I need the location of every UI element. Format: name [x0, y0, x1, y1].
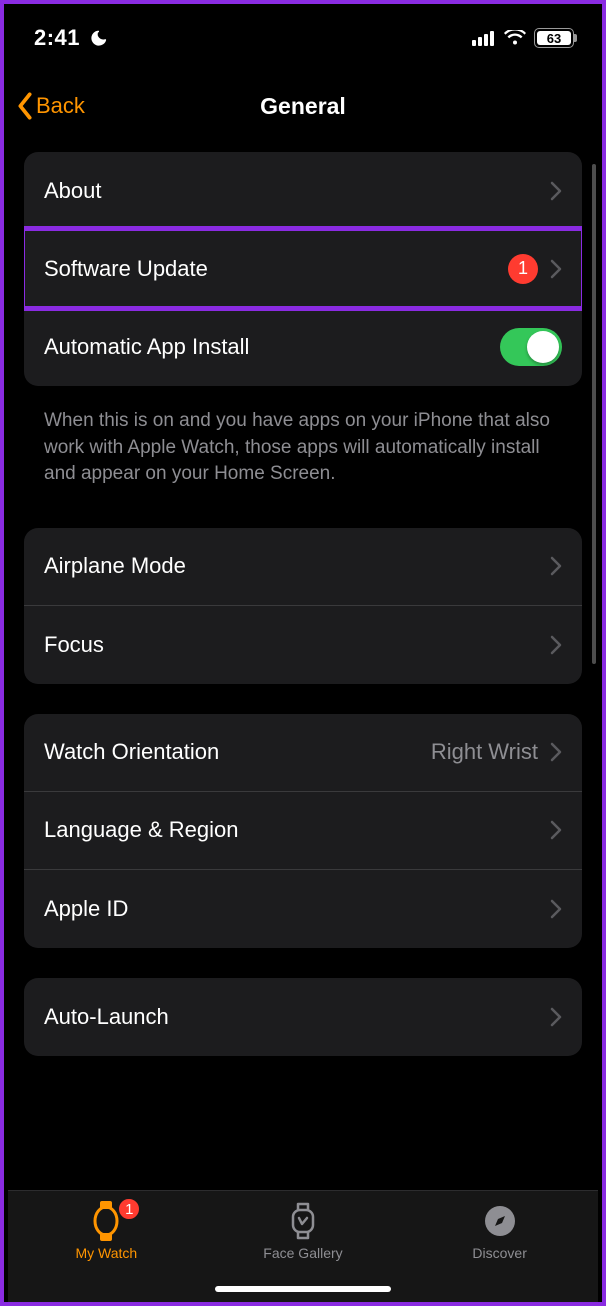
chevron-right-icon [550, 820, 562, 840]
row-label: Focus [44, 632, 550, 658]
row-label: Apple ID [44, 896, 550, 922]
row-label: Watch Orientation [44, 739, 431, 765]
status-time: 2:41 [34, 25, 80, 51]
notification-badge: 1 [508, 254, 538, 284]
chevron-right-icon [550, 899, 562, 919]
tab-discover[interactable]: Discover [425, 1201, 575, 1261]
chevron-right-icon [550, 1007, 562, 1027]
tab-face-gallery[interactable]: Face Gallery [228, 1201, 378, 1261]
status-bar: 2:41 63 [4, 4, 602, 66]
back-button[interactable]: Back [16, 92, 85, 120]
row-watch-orientation[interactable]: Watch Orientation Right Wrist [24, 714, 582, 792]
settings-group-device: Watch Orientation Right Wrist Language &… [24, 714, 582, 948]
nav-bar: Back General [4, 66, 602, 152]
row-about[interactable]: About [24, 152, 582, 230]
settings-group-general: About Software Update 1 Automatic App In… [24, 152, 582, 386]
settings-content[interactable]: About Software Update 1 Automatic App In… [4, 152, 602, 1056]
status-left: 2:41 [34, 25, 108, 51]
notification-badge: 1 [117, 1197, 141, 1221]
row-value: Right Wrist [431, 739, 538, 765]
chevron-right-icon [550, 259, 562, 279]
wifi-icon [504, 30, 526, 46]
settings-group-modes: Airplane Mode Focus [24, 528, 582, 684]
watch-face-icon [283, 1201, 323, 1241]
row-airplane-mode[interactable]: Airplane Mode [24, 528, 582, 606]
tab-bar: My Watch 1 Face Gallery Discover [8, 1190, 598, 1302]
tab-label: Discover [472, 1245, 526, 1261]
chevron-right-icon [550, 635, 562, 655]
battery-icon: 63 [534, 28, 574, 48]
chevron-right-icon [550, 742, 562, 762]
battery-level: 63 [535, 29, 573, 47]
tab-my-watch[interactable]: My Watch 1 [31, 1201, 181, 1261]
row-auto-launch[interactable]: Auto-Launch [24, 978, 582, 1056]
row-label: Automatic App Install [44, 334, 500, 360]
home-indicator[interactable] [215, 1286, 391, 1292]
row-automatic-app-install[interactable]: Automatic App Install [24, 308, 582, 386]
row-label: Language & Region [44, 817, 550, 843]
row-apple-id[interactable]: Apple ID [24, 870, 582, 948]
cellular-signal-icon [472, 30, 496, 46]
do-not-disturb-icon [88, 29, 108, 49]
chevron-right-icon [550, 556, 562, 576]
status-right: 63 [472, 28, 574, 48]
row-language-region[interactable]: Language & Region [24, 792, 582, 870]
tab-label: My Watch [75, 1245, 137, 1261]
compass-icon [480, 1201, 520, 1241]
row-label: Software Update [44, 256, 508, 282]
tab-label: Face Gallery [263, 1245, 342, 1261]
settings-group-autolaunch: Auto-Launch [24, 978, 582, 1056]
page-title: General [4, 93, 602, 120]
group-footer-text: When this is on and you have apps on you… [24, 394, 582, 488]
chevron-right-icon [550, 181, 562, 201]
row-label: Auto-Launch [44, 1004, 550, 1030]
scrollbar[interactable] [592, 164, 596, 664]
back-label: Back [36, 93, 85, 119]
toggle-switch[interactable] [500, 328, 562, 366]
row-software-update[interactable]: Software Update 1 [24, 230, 582, 308]
row-focus[interactable]: Focus [24, 606, 582, 684]
row-label: About [44, 178, 550, 204]
row-label: Airplane Mode [44, 553, 550, 579]
